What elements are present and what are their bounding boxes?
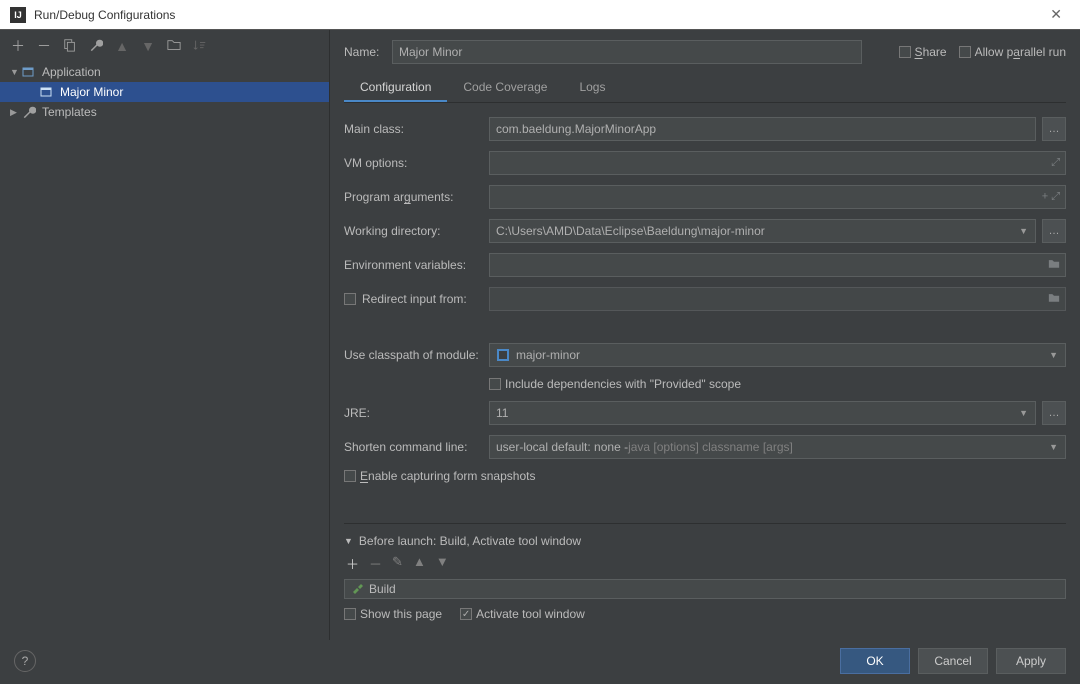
close-icon[interactable]: ✕ bbox=[1042, 2, 1070, 27]
remove-icon[interactable]: － bbox=[36, 36, 52, 56]
left-panel: ＋ － ▲ ▼ ▼ Application bbox=[0, 30, 330, 640]
settings-icon[interactable] bbox=[88, 38, 104, 55]
chevron-down-icon: ▼ bbox=[344, 536, 353, 546]
browse-working-dir-button[interactable]: … bbox=[1042, 219, 1066, 243]
tree-label: Templates bbox=[42, 105, 97, 119]
add-icon[interactable]: ＋ bbox=[10, 36, 26, 56]
help-button[interactable]: ? bbox=[14, 650, 36, 672]
enable-snapshots-label: Enable capturing form snapshots bbox=[360, 469, 535, 483]
classpath-select[interactable]: major-minor bbox=[489, 343, 1066, 367]
tree-node-templates[interactable]: ▶ Templates bbox=[0, 102, 329, 122]
activate-tool-checkbox[interactable]: ✓ Activate tool window bbox=[460, 607, 585, 621]
cancel-button[interactable]: Cancel bbox=[918, 648, 988, 674]
ok-button[interactable]: OK bbox=[840, 648, 910, 674]
up-icon[interactable]: ▲ bbox=[114, 38, 130, 54]
classpath-label: Use classpath of module: bbox=[344, 348, 489, 362]
copy-icon[interactable] bbox=[62, 38, 78, 55]
checkbox-icon bbox=[344, 470, 356, 482]
hammer-icon bbox=[351, 582, 363, 597]
config-tree: ▼ Application Major Minor ▶ Templates bbox=[0, 58, 329, 126]
shorten-label: Shorten command line: bbox=[344, 440, 489, 454]
checkbox-icon bbox=[959, 46, 971, 58]
form-area: Main class: … VM options: ⤢ Program argu… bbox=[344, 117, 1066, 483]
checkbox-icon bbox=[899, 46, 911, 58]
vm-options-input[interactable] bbox=[489, 151, 1066, 175]
working-dir-input[interactable] bbox=[489, 219, 1036, 243]
down-icon[interactable]: ▼ bbox=[436, 554, 449, 573]
app-icon: IJ bbox=[10, 7, 26, 23]
chevron-down-icon: ▼ bbox=[10, 67, 22, 77]
redirect-input-checkbox[interactable]: Redirect input from: bbox=[344, 292, 489, 306]
folder-icon[interactable] bbox=[1048, 292, 1060, 307]
program-args-label: Program arguments: bbox=[344, 190, 489, 204]
build-task-item[interactable]: Build bbox=[344, 579, 1066, 599]
tab-code-coverage[interactable]: Code Coverage bbox=[447, 74, 563, 102]
redirect-input-field[interactable] bbox=[489, 287, 1066, 311]
add-expand-icon[interactable]: + ⤢ bbox=[1042, 191, 1060, 204]
allow-parallel-checkbox[interactable]: Allow parallel run bbox=[959, 45, 1066, 59]
before-launch-section: ▼ Before launch: Build, Activate tool wi… bbox=[344, 523, 1066, 621]
include-provided-checkbox[interactable]: Include dependencies with "Provided" sco… bbox=[489, 377, 741, 391]
program-args-input[interactable] bbox=[489, 185, 1066, 209]
tree-label: Application bbox=[42, 65, 101, 79]
checkbox-icon bbox=[489, 378, 501, 390]
down-icon[interactable]: ▼ bbox=[140, 38, 156, 54]
jre-label: JRE: bbox=[344, 406, 489, 420]
checkbox-icon bbox=[344, 293, 356, 305]
folder-icon[interactable] bbox=[1048, 258, 1060, 273]
application-icon bbox=[22, 66, 38, 78]
chevron-right-icon: ▶ bbox=[10, 107, 22, 118]
browse-main-class-button[interactable]: … bbox=[1042, 117, 1066, 141]
tree-node-application[interactable]: ▼ Application bbox=[0, 62, 329, 82]
vm-options-label: VM options: bbox=[344, 156, 489, 170]
name-label: Name: bbox=[344, 45, 392, 59]
copy-svg bbox=[63, 38, 77, 52]
show-page-checkbox[interactable]: Show this page bbox=[344, 607, 442, 621]
edit-icon[interactable]: ✎ bbox=[392, 554, 403, 573]
right-panel: Name: SSharehare Allow parallel run Conf… bbox=[330, 30, 1080, 640]
main-class-label: Main class: bbox=[344, 122, 489, 136]
expand-icon[interactable]: ⤢ bbox=[1051, 157, 1060, 170]
sort-icon[interactable] bbox=[192, 38, 208, 55]
tree-label: Major Minor bbox=[60, 85, 123, 99]
tab-bar: Configuration Code Coverage Logs bbox=[344, 74, 1066, 103]
config-toolbar: ＋ － ▲ ▼ bbox=[0, 34, 329, 58]
add-icon[interactable]: ＋ bbox=[346, 554, 359, 573]
apply-button[interactable]: Apply bbox=[996, 648, 1066, 674]
browse-jre-button[interactable]: … bbox=[1042, 401, 1066, 425]
jre-select[interactable] bbox=[489, 401, 1036, 425]
main-class-input[interactable] bbox=[489, 117, 1036, 141]
checkbox-icon bbox=[344, 608, 356, 620]
remove-icon[interactable]: － bbox=[369, 554, 382, 573]
checkbox-icon: ✓ bbox=[460, 608, 472, 620]
wrench-svg bbox=[89, 38, 103, 52]
env-vars-label: Environment variables: bbox=[344, 258, 489, 272]
bottom-bar: ? OK Cancel Apply bbox=[0, 648, 1080, 674]
share-label: SSharehare bbox=[915, 45, 947, 59]
folder-svg bbox=[167, 38, 181, 52]
wrench-icon bbox=[22, 105, 38, 119]
allow-parallel-label: Allow parallel run bbox=[975, 45, 1066, 59]
working-dir-label: Working directory: bbox=[344, 224, 489, 238]
folder-icon[interactable] bbox=[166, 38, 182, 55]
enable-snapshots-checkbox[interactable]: Enable capturing form snapshots bbox=[344, 469, 535, 483]
share-checkbox[interactable]: SSharehare bbox=[899, 45, 947, 59]
before-launch-toolbar: ＋ － ✎ ▲ ▼ bbox=[344, 548, 1066, 579]
module-icon bbox=[496, 348, 510, 362]
tab-configuration[interactable]: Configuration bbox=[344, 74, 447, 102]
env-vars-input[interactable] bbox=[489, 253, 1066, 277]
window-title: Run/Debug Configurations bbox=[34, 8, 1042, 22]
shorten-select[interactable]: user-local default: none - java [options… bbox=[489, 435, 1066, 459]
before-launch-header[interactable]: ▼ Before launch: Build, Activate tool wi… bbox=[344, 534, 1066, 548]
application-icon bbox=[40, 86, 56, 98]
tree-node-major-minor[interactable]: Major Minor bbox=[0, 82, 329, 102]
up-icon[interactable]: ▲ bbox=[413, 554, 426, 573]
name-input[interactable] bbox=[392, 40, 862, 64]
tab-logs[interactable]: Logs bbox=[563, 74, 621, 102]
title-bar: IJ Run/Debug Configurations ✕ bbox=[0, 0, 1080, 30]
